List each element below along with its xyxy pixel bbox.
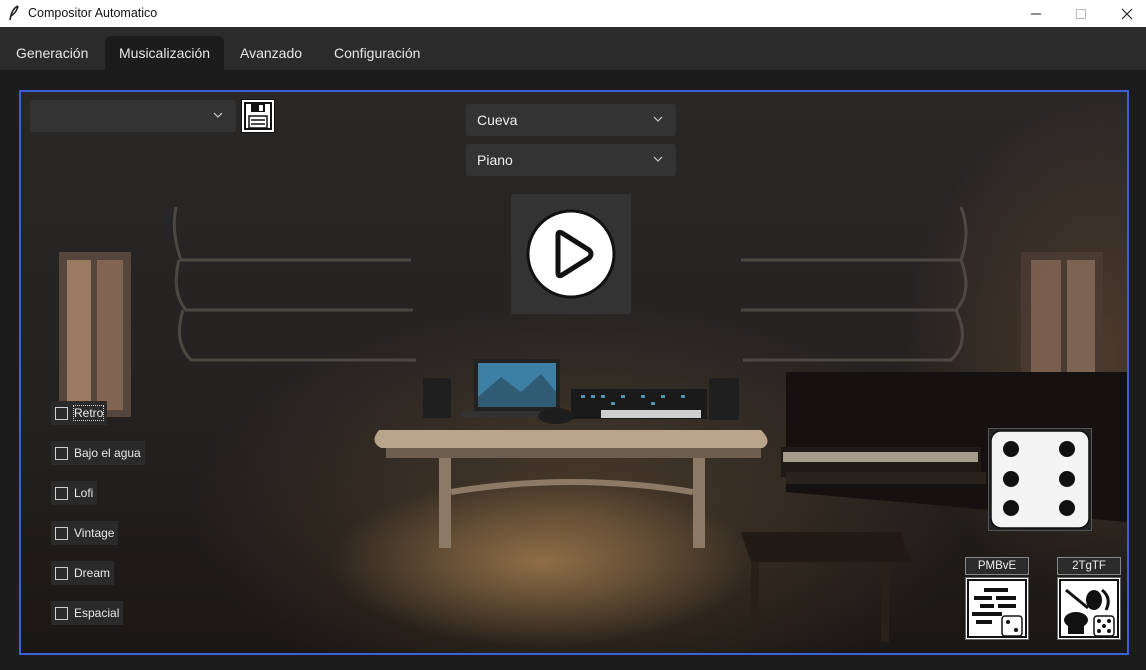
chevron-down-icon bbox=[653, 116, 663, 122]
effect-checkbox-vintage[interactable]: Vintage bbox=[51, 521, 119, 545]
effect-label: Dream bbox=[74, 566, 111, 580]
checkbox[interactable] bbox=[55, 566, 68, 580]
checkbox[interactable] bbox=[55, 406, 68, 420]
preset-dropdown[interactable] bbox=[30, 100, 236, 132]
tab-bar: Generación Musicalización Avanzado Confi… bbox=[0, 27, 1146, 70]
random-instruments-tool[interactable]: 2TgTF bbox=[1057, 557, 1121, 640]
play-button[interactable] bbox=[511, 194, 631, 314]
tool-code-label: 2TgTF bbox=[1057, 557, 1121, 575]
tool-code-label: PMBvE bbox=[965, 557, 1029, 575]
close-icon bbox=[1121, 8, 1133, 19]
randomize-button[interactable] bbox=[988, 428, 1092, 531]
window-title: Compositor Automatico bbox=[28, 6, 158, 20]
feather-icon bbox=[9, 5, 19, 21]
minimize-icon bbox=[1031, 13, 1041, 14]
effect-checkbox-lofi[interactable]: Lofi bbox=[51, 481, 98, 505]
random-melody-tool[interactable]: PMBvE bbox=[965, 557, 1029, 640]
effect-label: Retro bbox=[72, 405, 105, 421]
effect-checkbox-espacial[interactable]: Espacial bbox=[51, 601, 124, 625]
effect-checkbox-retro[interactable]: Retro bbox=[51, 401, 108, 425]
close-button[interactable] bbox=[1104, 0, 1146, 27]
dice-icon bbox=[990, 430, 1090, 529]
effect-label: Vintage bbox=[74, 526, 115, 540]
effect-label: Bajo el agua bbox=[74, 446, 141, 460]
random-melody-icon bbox=[967, 579, 1027, 638]
room-background-image bbox=[59, 206, 1127, 642]
random-instruments-icon bbox=[1059, 579, 1119, 638]
tab-generacion[interactable]: Generación bbox=[2, 36, 102, 70]
tab-configuracion[interactable]: Configuración bbox=[320, 36, 434, 70]
maximize-button[interactable] bbox=[1058, 0, 1104, 27]
tab-avanzado[interactable]: Avanzado bbox=[226, 36, 316, 70]
main-content: Cueva Piano Retro Bajo el agua Lofi Vint… bbox=[0, 70, 1146, 670]
effect-checkbox-dream[interactable]: Dream bbox=[51, 561, 115, 585]
save-icon bbox=[244, 102, 272, 130]
effect-label: Espacial bbox=[74, 606, 120, 620]
checkbox[interactable] bbox=[55, 526, 68, 540]
effect-label: Lofi bbox=[74, 486, 94, 500]
minimize-button[interactable] bbox=[1013, 0, 1059, 27]
chevron-down-icon bbox=[653, 156, 663, 162]
scene-frame: Cueva Piano Retro Bajo el agua Lofi Vint… bbox=[19, 90, 1129, 655]
checkbox[interactable] bbox=[55, 606, 68, 620]
title-bar: Compositor Automatico bbox=[0, 0, 1146, 27]
tab-musicalizacion[interactable]: Musicalización bbox=[105, 36, 225, 70]
checkbox[interactable] bbox=[55, 446, 68, 460]
chevron-down-icon bbox=[213, 112, 223, 118]
checkbox[interactable] bbox=[55, 486, 68, 500]
random-instruments-button[interactable] bbox=[1057, 577, 1121, 640]
play-icon bbox=[526, 209, 616, 299]
maximize-icon bbox=[1076, 8, 1086, 19]
save-button[interactable] bbox=[241, 99, 275, 133]
scene-dropdown-value: Cueva bbox=[477, 112, 518, 128]
instrument-dropdown-value: Piano bbox=[477, 152, 513, 168]
instrument-dropdown[interactable]: Piano bbox=[466, 144, 676, 176]
random-melody-button[interactable] bbox=[965, 577, 1029, 640]
scene-dropdown[interactable]: Cueva bbox=[466, 104, 676, 136]
effect-checkbox-bajo-el-agua[interactable]: Bajo el agua bbox=[51, 441, 145, 465]
